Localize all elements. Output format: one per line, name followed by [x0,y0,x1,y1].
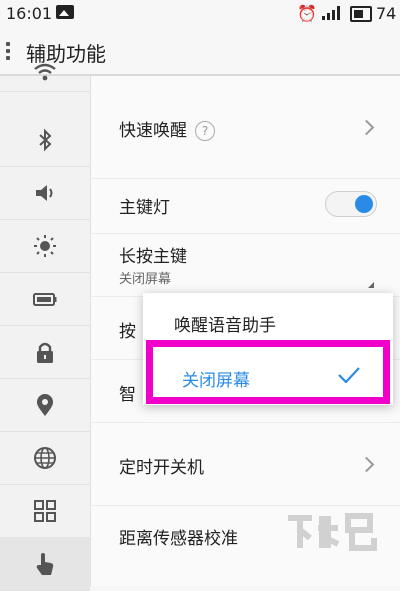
chevron-right-icon [358,119,375,136]
sidebar-item-accessibility[interactable] [0,538,90,591]
sidebar-item-bluetooth[interactable] [0,114,90,167]
settings-row-home-key-light[interactable]: 主键灯 [91,179,400,234]
alarm-icon: ⏰ [297,4,317,23]
long-press-home-label: 长按主键 [119,247,187,267]
hand-pointer-icon [36,553,54,575]
brightness-icon [34,235,56,257]
sidebar-item-battery[interactable] [0,273,90,326]
row-4-label: 按 [119,322,136,342]
status-bar: 16:01 ⏰ 74 [0,0,400,28]
status-time: 16:01 [6,4,53,23]
scheduled-power-label: 定时开关机 [119,458,204,478]
wifi-icon [34,63,56,81]
signal-icon [322,6,344,20]
settings-row-scheduled-power[interactable]: 定时开关机 [91,423,400,506]
proximity-calibration-label: 距离传感器校准 [119,529,238,549]
picture-icon [56,5,74,19]
option-wake-voice-assistant[interactable]: 唤醒语音助手 [174,311,276,336]
toggle-knob [355,195,373,213]
selected-option-highlight[interactable]: 关闭屏幕 [146,340,390,404]
location-icon [37,394,53,416]
row-5-label: 智 [119,385,136,405]
apps-grid-icon [34,500,56,522]
site-watermark-logo [288,513,377,551]
chevron-right-icon [358,456,375,473]
sidebar-item-apps[interactable] [0,485,90,538]
dropdown-indicator-icon [368,282,374,288]
home-key-light-toggle[interactable] [325,191,377,217]
settings-row-long-press-home[interactable]: 长按主键 关闭屏幕 [91,234,400,297]
volume-icon [36,185,53,201]
sidebar-item-volume[interactable] [0,167,90,220]
sidebar-item-lock[interactable] [0,326,90,379]
lock-icon [37,342,53,363]
sidebar-item-language[interactable] [0,432,90,485]
bluetooth-icon [39,128,52,152]
option-turn-off-screen[interactable]: 关闭屏幕 [182,366,250,391]
sidebar-item-wifi[interactable] [0,54,90,92]
globe-icon [34,447,56,469]
settings-row-quick-wake[interactable]: 快速唤醒? [91,76,400,179]
quick-wake-label: 快速唤醒? [119,116,215,141]
long-press-options-menu: 唤醒语音助手 关闭屏幕 [143,293,393,405]
battery-level: 74 [376,4,397,23]
long-press-home-value: 关闭屏幕 [119,272,172,287]
battery-icon [350,6,372,22]
sidebar-item-location[interactable] [0,379,90,432]
sidebar-item-brightness[interactable] [0,220,90,273]
checkmark-icon [338,367,360,383]
help-icon[interactable]: ? [195,121,215,141]
battery-icon [33,293,57,306]
sidebar [0,63,91,591]
home-key-light-label: 主键灯 [119,198,170,218]
